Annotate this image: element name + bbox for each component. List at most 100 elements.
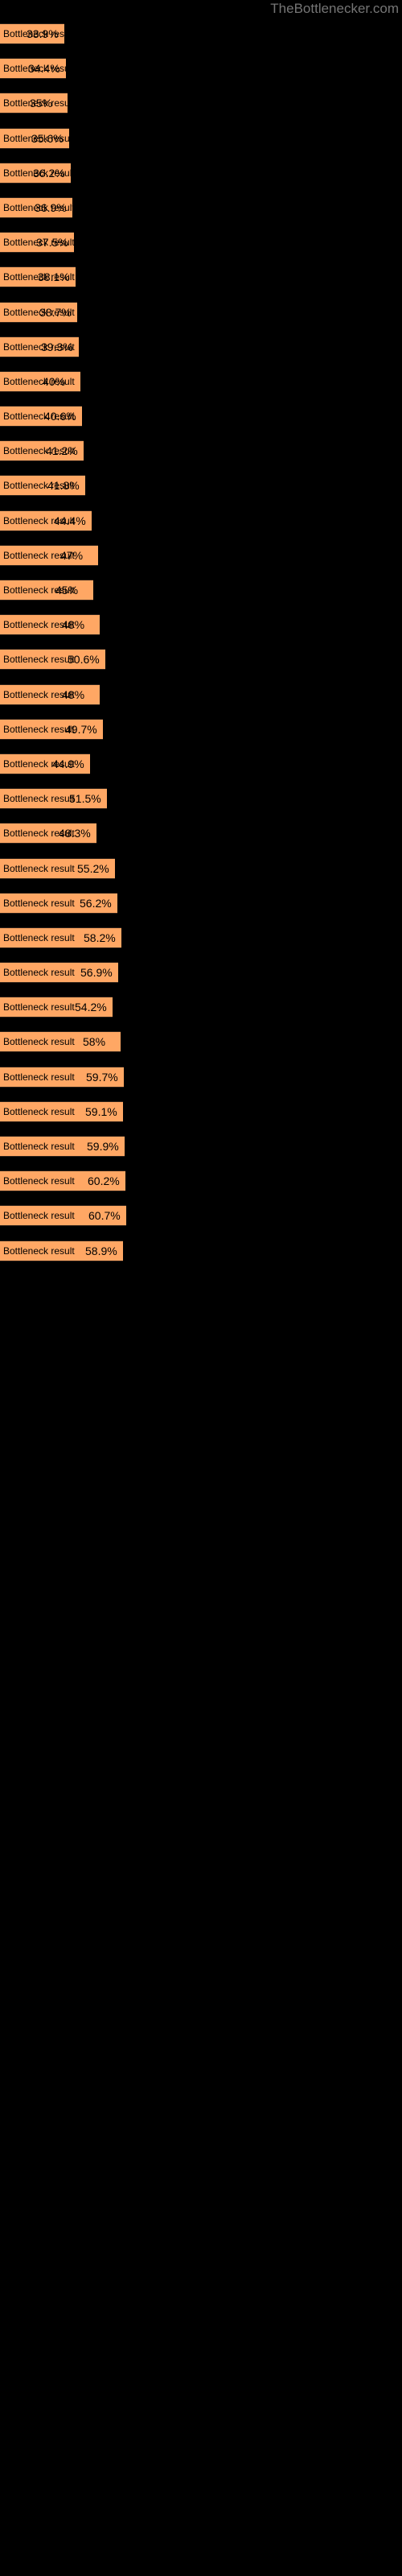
bar-value: 35% xyxy=(30,97,53,110)
bar-inner: Bottleneck result 41.2% xyxy=(0,441,84,460)
bar-inner: Bottleneck result 38.1% xyxy=(0,267,76,287)
bar[interactable]: Bottleneck result 51.5% xyxy=(0,788,107,810)
bar-label: Bottleneck result xyxy=(3,967,75,979)
bar-value: 45% xyxy=(55,584,79,597)
bar-row: Bottleneck result 40% xyxy=(0,366,402,401)
bar-label: Bottleneck result xyxy=(3,1036,75,1048)
bar[interactable]: Bottleneck result 44.4% xyxy=(0,510,92,531)
bar-label: Bottleneck result xyxy=(3,1210,75,1222)
bar-value: 59.7% xyxy=(86,1070,118,1084)
bar-value: 60.2% xyxy=(88,1174,120,1188)
bar-inner: Bottleneck result 54.2% xyxy=(0,997,113,1017)
bar-value: 48% xyxy=(62,618,85,632)
bar-row: Bottleneck result 41.2% xyxy=(0,436,402,470)
bar-inner: Bottleneck result 38.7% xyxy=(0,303,77,322)
bar[interactable]: Bottleneck result 48% xyxy=(0,614,100,636)
bar-inner: Bottleneck result 45% xyxy=(0,580,93,600)
bar-label: Bottleneck result xyxy=(3,1001,75,1013)
bar[interactable]: Bottleneck result 59.1% xyxy=(0,1100,123,1122)
bar[interactable]: Bottleneck result 59.7% xyxy=(0,1066,124,1088)
bar[interactable]: Bottleneck result 41.8% xyxy=(0,475,85,497)
bar-row: Bottleneck result 36.9% xyxy=(0,192,402,227)
bar[interactable]: Bottleneck result 44.9% xyxy=(0,753,90,774)
bar[interactable]: Bottleneck result 60.7% xyxy=(0,1205,126,1227)
bar[interactable]: Bottleneck result 35.6% xyxy=(0,127,69,149)
bar[interactable]: Bottleneck result 36.9% xyxy=(0,196,72,218)
bar[interactable]: Bottleneck result 60.2% xyxy=(0,1170,125,1192)
bar-row: Bottleneck result 35% xyxy=(0,88,402,122)
bar[interactable]: Bottleneck result 50.6% xyxy=(0,649,105,671)
bar[interactable]: Bottleneck result 39.3% xyxy=(0,336,79,357)
bar-inner: Bottleneck result 55.2% xyxy=(0,859,115,878)
bar-label: Bottleneck result xyxy=(3,1105,75,1117)
bar-row: Bottleneck result 41.8% xyxy=(0,470,402,505)
bar-value: 55.2% xyxy=(77,861,109,875)
bar[interactable]: Bottleneck result34.4% xyxy=(0,58,66,80)
bar-inner: Bottleneck result 41.8% xyxy=(0,476,85,495)
bar[interactable]: Bottleneck result 38.7% xyxy=(0,301,77,323)
bar-inner: Bottleneck result 40.6% xyxy=(0,407,82,426)
bar-value: 49.7% xyxy=(65,722,97,736)
bar[interactable]: Bottleneck result 48.3% xyxy=(0,823,96,844)
bar-inner: Bottleneck result 60.7% xyxy=(0,1206,126,1225)
bar-row: Bottleneck result 40.6% xyxy=(0,401,402,436)
bar-value: 58.2% xyxy=(84,931,116,944)
bar-row: Bottleneck result 59.7% xyxy=(0,1062,402,1096)
bar-inner: Bottleneck result 48.3% xyxy=(0,824,96,843)
bar-row: Bottleneck result 37.5% xyxy=(0,227,402,262)
bar-value: 58.9% xyxy=(85,1244,117,1257)
bar-label: Bottleneck result xyxy=(3,862,75,874)
bar-row: Bottleneck result 39.3% xyxy=(0,332,402,366)
bar-row: Bottleneck result 59.9% xyxy=(0,1131,402,1166)
bar-inner: Bottleneck result 58.2% xyxy=(0,928,121,947)
bar[interactable]: Bottleneck result 49.7% xyxy=(0,718,103,740)
bar-inner: Bottleneck result 59.7% xyxy=(0,1067,124,1087)
bar[interactable]: Bottleneck result 54.2% xyxy=(0,997,113,1018)
bar[interactable]: Bottleneck result 58% xyxy=(0,1031,121,1053)
bar[interactable]: Bottleneck result 47% xyxy=(0,544,98,566)
bar-inner: Bottleneck result 44.4% xyxy=(0,511,92,530)
bar-value: 44.4% xyxy=(54,514,86,527)
bar[interactable]: Bottleneck result 56.2% xyxy=(0,892,117,914)
bar-value: 56.9% xyxy=(80,966,113,980)
bar-value: 50.6% xyxy=(68,653,100,667)
bar-value: 33.9% xyxy=(27,27,59,40)
bar-row: Bottleneck result 60.2% xyxy=(0,1166,402,1200)
bar-value: 58% xyxy=(83,1035,106,1049)
bar-row: Bottleneck result 50.6% xyxy=(0,644,402,679)
bar[interactable]: Bottleneck result 38.1% xyxy=(0,266,76,288)
bar-row: Bottleneck result 58.2% xyxy=(0,923,402,957)
bar[interactable]: Bottleneck result 48% xyxy=(0,683,100,705)
bar[interactable]: Bottleneck result 56.9% xyxy=(0,962,118,984)
bar-row: Bottleneck result 44.9% xyxy=(0,749,402,783)
bar-value: 40% xyxy=(43,374,66,388)
bar-inner: Bottleneck result 35% xyxy=(0,93,68,113)
bar[interactable]: Bottleneck result 40% xyxy=(0,370,80,392)
bar[interactable]: Bottleneck result 40.6% xyxy=(0,406,82,427)
bar[interactable]: Bottleneck result 58.9% xyxy=(0,1240,123,1261)
bar[interactable]: Bottleneck result 55.2% xyxy=(0,857,115,879)
bar-label: Bottleneck result xyxy=(3,1141,75,1152)
bar[interactable]: Bottleneck result 58.2% xyxy=(0,927,121,948)
bar-value: 41.2% xyxy=(46,444,78,458)
bar-row: Bottleneck result 38.7% xyxy=(0,297,402,332)
bar-value: 38.7% xyxy=(39,305,72,319)
bar[interactable]: Bottleneck result 41.2% xyxy=(0,440,84,462)
bar[interactable]: Bottleneck result33.9% xyxy=(0,23,64,44)
bar[interactable]: Bottleneck result 59.9% xyxy=(0,1136,125,1157)
bar-value: 56.2% xyxy=(80,896,112,910)
bar[interactable]: Bottleneck result 37.5% xyxy=(0,232,74,254)
bar-inner: Bottleneck result 48% xyxy=(0,685,100,704)
bar[interactable]: Bottleneck result 36.2% xyxy=(0,162,71,184)
bar-value: 37.5% xyxy=(36,236,68,250)
bar-row: Bottleneck result 47% xyxy=(0,540,402,575)
bar-inner: Bottleneck result 39.3% xyxy=(0,337,79,357)
bar-inner: Bottleneck result 59.1% xyxy=(0,1102,123,1121)
bottleneck-chart-page: TheBottlenecker.com Bottleneck result33.… xyxy=(0,0,402,2576)
bar-row: Bottleneck result 49.7% xyxy=(0,714,402,749)
bar[interactable]: Bottleneck result 35% xyxy=(0,93,68,114)
bar-label: Bottleneck result xyxy=(3,1245,75,1257)
bar[interactable]: Bottleneck result 45% xyxy=(0,580,93,601)
bar-inner: Bottleneck result 56.2% xyxy=(0,894,117,913)
bar-value: 47% xyxy=(60,548,84,562)
